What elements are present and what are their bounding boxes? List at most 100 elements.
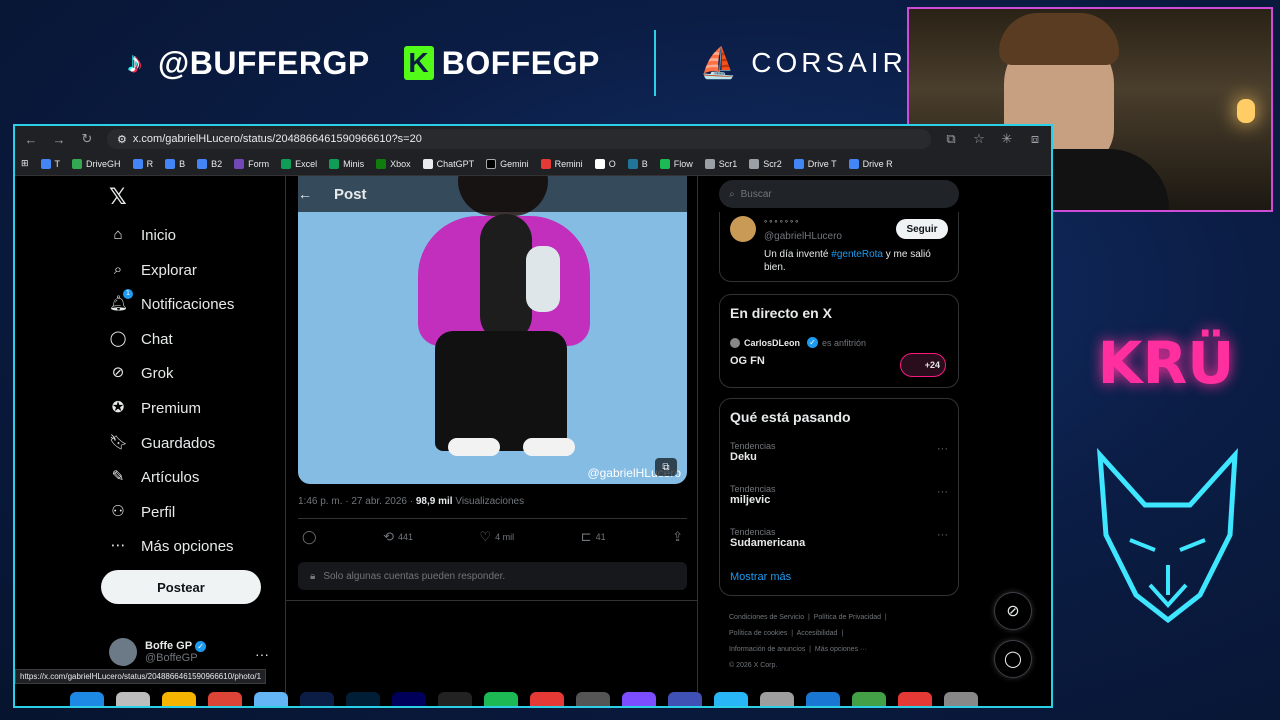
bookmark-item[interactable]: Xbox [376,158,411,169]
back-arrow-icon[interactable]: ← [298,186,312,202]
post-image[interactable]: @gabrielHLucero ⧉ [298,176,687,484]
space-host[interactable]: CarlosDLeon ✓ es anfitrión [730,337,866,348]
bookmark-item[interactable]: B [165,158,185,169]
dock-app-icon[interactable] [806,692,840,706]
nav-home[interactable]: ⌂ Inicio [109,226,176,244]
trend-more-icon[interactable]: ··· [937,529,948,541]
dock-app-icon[interactable] [438,692,472,706]
dock-app-icon[interactable] [576,692,610,706]
dock-app-icon[interactable] [852,692,886,706]
account-switcher[interactable]: Boffe GP ✓ @BoffeGP [109,638,207,666]
lock-icon: 🔒︎ [310,570,316,582]
bookmark-item[interactable]: Scr2 [749,158,782,169]
site-info-icon[interactable]: ⚙ [117,133,127,146]
trend-more-icon[interactable]: ··· [937,443,948,455]
bookmark-item[interactable]: Drive T [793,158,837,169]
nav-bookmarks[interactable]: 🔖︎ Guardados [109,434,215,452]
bookmark-item[interactable]: T [40,158,60,169]
star-icon[interactable]: ☆ [971,131,987,147]
corsair-sails-icon: ⛵ [699,46,742,80]
trend-more-icon[interactable]: ··· [937,486,948,498]
nav-explore[interactable]: ⌕ Explorar [109,261,197,279]
space-title[interactable]: OG FN [730,355,765,367]
dock-app-icon[interactable] [622,692,656,706]
nav-profile[interactable]: ⚇ Perfil [109,503,175,521]
apps-icon[interactable]: ⊞ [21,158,29,169]
bookmark-item[interactable]: O [594,158,616,169]
bookmark-item[interactable]: DriveGH [72,158,121,169]
url-field[interactable]: ⚙ x.com/gabrielHLucero/status/2048866461… [107,129,931,149]
x-logo-icon[interactable]: 𝕏 [109,184,127,210]
dock-app-icon[interactable] [70,692,104,706]
puzzle-icon[interactable]: ⧈ [1027,131,1043,147]
bookmark-item[interactable]: Scr1 [704,158,737,169]
search-input[interactable]: ⌕ Buscar [719,180,959,208]
dock-app-icon[interactable] [714,692,748,706]
dock-app-icon[interactable] [116,692,150,706]
dock-app-icon[interactable] [668,692,702,706]
follow-button[interactable]: Seguir [896,219,948,239]
nav-chat[interactable]: ◯ Chat [109,330,173,348]
retweet-button[interactable]: ⟲ 441 [383,528,413,546]
bookmark-item[interactable]: Form [234,158,269,169]
forward-icon[interactable]: → [51,132,67,147]
left-navigation: 𝕏 ⌂ Inicio ⌕ Explorar 🔔︎ 1 Notificaciones ◯ C… [95,176,285,706]
bookmark-icon: ⊏ [580,529,592,544]
dock-app-icon[interactable] [254,692,288,706]
install-icon[interactable]: ⧉ [943,131,959,147]
dock-app-icon[interactable] [208,692,242,706]
show-more-link[interactable]: Mostrar más [730,571,791,583]
dock-app-icon[interactable] [760,692,794,706]
bookmark-item[interactable]: Remini [540,158,583,169]
dock-app-icon[interactable] [484,692,518,706]
grok-fab[interactable]: ⊘ [994,592,1032,630]
dock-app-icon[interactable] [530,692,564,706]
link-status-tooltip: https://x.com/gabrielHLucero/status/2048… [15,669,267,684]
bookmark-item[interactable]: R [132,158,153,169]
trend-item[interactable]: Tendencias Sudamericana [730,527,805,549]
dock-app-icon[interactable] [392,692,426,706]
post-button[interactable]: Postear [101,570,261,604]
reload-icon[interactable]: ↻ [79,131,95,147]
author-display-name[interactable]: ◦◦◦◦◦◦◦ [764,216,800,226]
like-button[interactable]: ♡ 4 mil [480,528,515,546]
corsair-logo: ⛵ CORSAIR [699,46,907,80]
trend-item[interactable]: Tendencias miljevic [730,484,776,506]
bookmark-button[interactable]: ⊏ 41 [581,528,606,546]
bookmark-item[interactable]: Excel [281,158,317,169]
extension-icon[interactable]: ✳ [999,131,1015,147]
premium-icon: ✪ [111,399,125,416]
nav-more[interactable]: ⋯ Más opciones [109,537,234,555]
dock-app-icon[interactable] [898,692,932,706]
article-icon: ✎ [111,468,125,485]
account-more-icon[interactable]: ··· [255,646,269,662]
chat-fab[interactable]: ◯ [994,640,1032,678]
dock-app-icon[interactable] [346,692,380,706]
nav-premium[interactable]: ✪ Premium [109,399,201,417]
reply-button[interactable]: ◯ [302,528,317,546]
dock-app-icon[interactable] [944,692,978,706]
bookmark-item[interactable]: ChatGPT [422,158,474,169]
notification-badge: 1 [123,289,133,299]
nav-articles[interactable]: ✎ Artículos [109,468,200,486]
search-icon: ⌕ [729,188,735,200]
share-icon: ⇪ [672,529,683,544]
image-info-icon[interactable]: ⧉ [655,458,677,476]
trend-item[interactable]: Tendencias Deku [730,441,776,463]
nav-notifications[interactable]: 🔔︎ 1 Notificaciones [109,289,234,313]
hashtag-link[interactable]: #genteRota [831,249,883,260]
share-button[interactable]: ⇪ [672,528,683,546]
nav-grok[interactable]: ⊘ Grok [109,364,174,382]
author-avatar[interactable] [730,216,756,242]
listeners-badge[interactable]: +24 [900,353,946,377]
bookmark-item[interactable]: Minis [329,158,364,169]
bookmark-item[interactable]: B [627,158,648,169]
back-icon[interactable]: ← [23,132,39,147]
dock-app-icon[interactable] [162,692,196,706]
bookmark-item[interactable]: Flow [659,158,693,169]
bookmark-item[interactable]: B2 [197,158,222,169]
footer-links: Condiciones de Servicio | Política de Pr… [729,614,887,669]
dock-app-icon[interactable] [300,692,334,706]
bookmark-item[interactable]: Gemini [486,158,529,169]
bookmark-item[interactable]: Drive R [848,158,893,169]
